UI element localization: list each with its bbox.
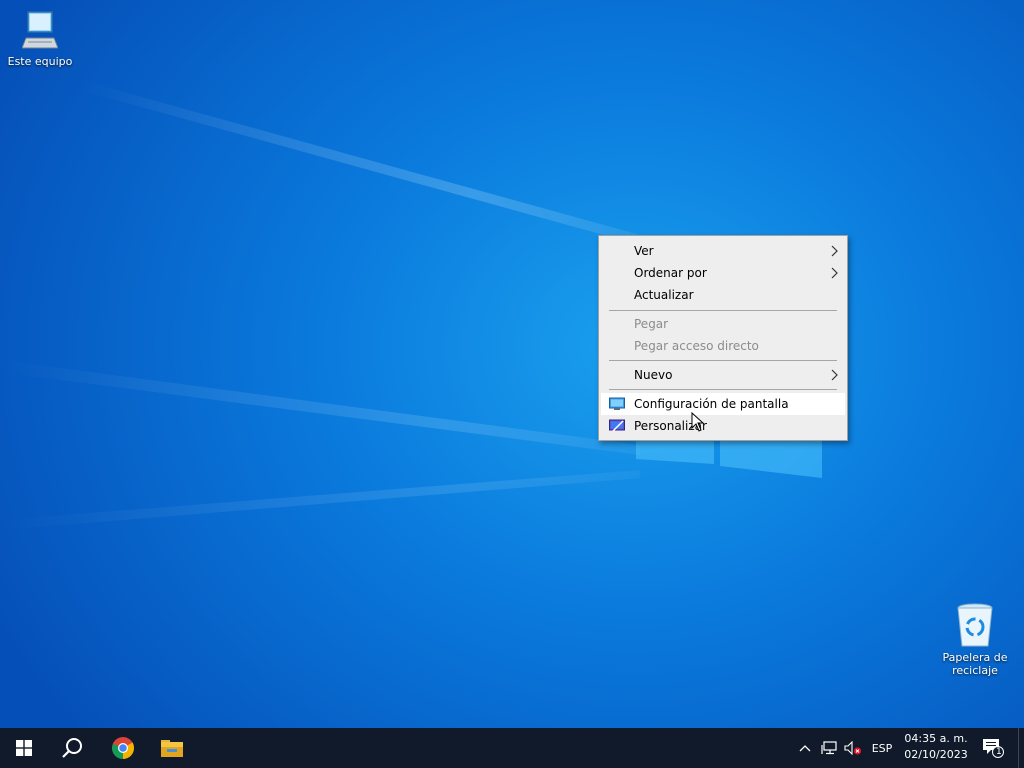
menu-item-refresh[interactable]: Actualizar bbox=[601, 284, 845, 306]
notification-badge: 1 bbox=[996, 747, 1002, 757]
search-icon bbox=[62, 738, 82, 758]
start-button[interactable] bbox=[0, 728, 48, 768]
menu-separator bbox=[609, 310, 837, 311]
menu-separator bbox=[609, 360, 837, 361]
action-center-button[interactable]: 1 bbox=[976, 728, 1010, 768]
desktop-context-menu: Ver Ordenar por Actualizar Pegar Pegar a… bbox=[598, 235, 848, 441]
computer-icon bbox=[22, 11, 58, 49]
clock-button[interactable]: 04:35 a. m. 02/10/2023 bbox=[898, 731, 974, 763]
menu-item-label: Ver bbox=[634, 244, 654, 258]
menu-item-new[interactable]: Nuevo bbox=[601, 364, 845, 386]
taskbar-chrome[interactable] bbox=[99, 728, 147, 768]
menu-item-label: Ordenar por bbox=[634, 266, 707, 280]
menu-item-label: Actualizar bbox=[634, 288, 694, 302]
start-icon bbox=[16, 740, 32, 756]
desktop-icon-label: Este equipo bbox=[7, 55, 73, 68]
file-explorer-icon bbox=[161, 740, 183, 757]
menu-item-paste-shortcut[interactable]: Pegar acceso directo bbox=[601, 335, 845, 357]
menu-item-paste[interactable]: Pegar bbox=[601, 313, 845, 335]
chevron-right-icon bbox=[831, 369, 838, 381]
taskbar: ESP 04:35 a. m. 02/10/2023 1 bbox=[0, 728, 1024, 768]
personalize-icon bbox=[609, 419, 625, 432]
network-button[interactable] bbox=[818, 728, 840, 768]
desktop-icon-recycle-bin[interactable]: Papelera de reciclaje bbox=[935, 602, 1015, 677]
clock-time: 04:35 a. m. bbox=[904, 732, 968, 745]
menu-separator bbox=[609, 389, 837, 390]
menu-item-sort-by[interactable]: Ordenar por bbox=[601, 262, 845, 284]
volume-muted-icon bbox=[844, 741, 862, 755]
chevron-up-icon bbox=[799, 745, 811, 752]
wallpaper bbox=[0, 80, 822, 530]
language-label: ESP bbox=[871, 741, 893, 755]
menu-item-label: Configuración de pantalla bbox=[634, 397, 789, 411]
desktop-icon-label: reciclaje bbox=[952, 664, 998, 677]
taskbar-file-explorer[interactable] bbox=[148, 728, 196, 768]
input-language-button[interactable]: ESP bbox=[868, 728, 896, 768]
desktop-icon-label: Papelera de bbox=[942, 651, 1008, 664]
mouse-cursor-icon bbox=[691, 412, 705, 432]
volume-button[interactable] bbox=[842, 728, 864, 768]
clock-date: 02/10/2023 bbox=[904, 748, 968, 761]
network-icon bbox=[821, 741, 837, 755]
menu-item-label: Pegar bbox=[634, 317, 669, 331]
display-settings-icon bbox=[609, 397, 625, 410]
chevron-right-icon bbox=[831, 245, 838, 257]
show-hidden-icons-button[interactable] bbox=[796, 728, 814, 768]
menu-item-label: Nuevo bbox=[634, 368, 673, 382]
menu-item-view[interactable]: Ver bbox=[601, 240, 845, 262]
show-desktop-button[interactable] bbox=[1018, 728, 1024, 768]
menu-item-label: Pegar acceso directo bbox=[634, 339, 759, 353]
chrome-icon bbox=[112, 737, 134, 759]
chevron-right-icon bbox=[831, 267, 838, 279]
search-button[interactable] bbox=[48, 728, 96, 768]
menu-item-display-settings[interactable]: Configuración de pantalla bbox=[601, 393, 845, 415]
windows-logo-icon bbox=[636, 441, 822, 478]
recycle-bin-icon bbox=[957, 603, 993, 647]
desktop-icon-this-pc[interactable]: Este equipo bbox=[0, 10, 80, 68]
menu-item-personalize[interactable]: Personalizar bbox=[601, 415, 845, 437]
